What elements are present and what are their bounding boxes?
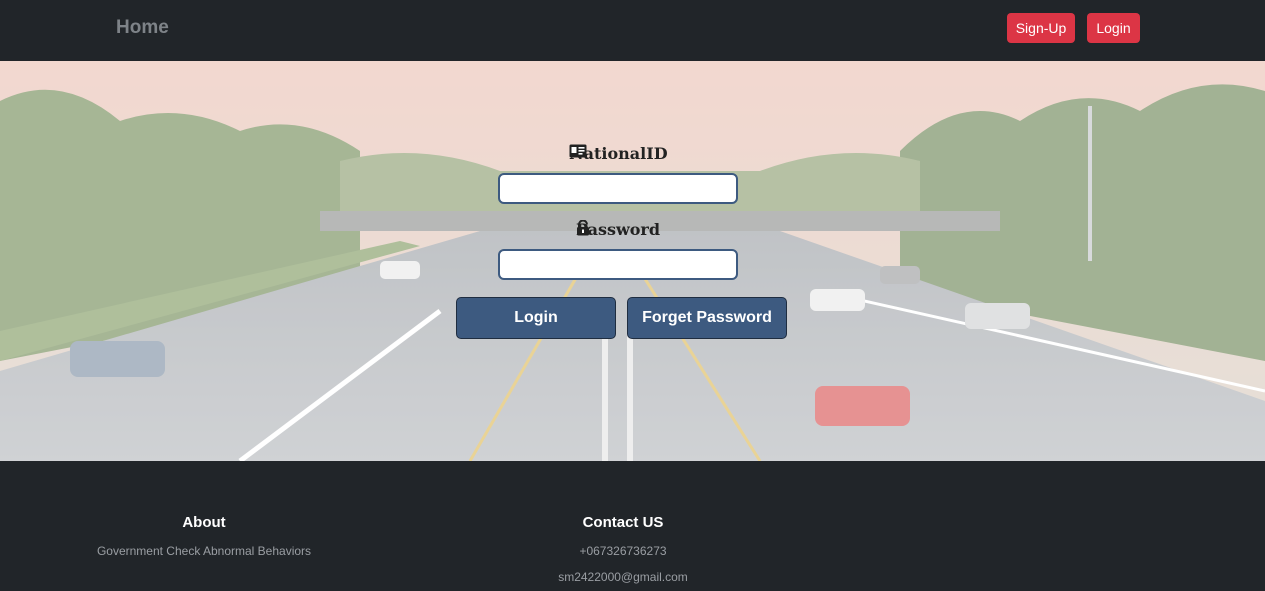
home-link[interactable]: Home	[116, 17, 169, 39]
password-input[interactable]	[498, 249, 738, 280]
contact-email: sm2422000@gmail.com	[558, 570, 688, 584]
hero-section: NationalID Password Login Forget Passwor…	[0, 61, 1265, 461]
password-label: Password	[576, 220, 660, 239]
about-text: Government Check Abnormal Behaviors	[96, 544, 312, 558]
login-button[interactable]: Login	[456, 297, 616, 339]
nav-login-button[interactable]: Login	[1087, 13, 1140, 43]
footer: About Government Check Abnormal Behavior…	[0, 461, 1265, 591]
contact-phone: +067326736273	[579, 544, 667, 558]
national-id-label: NationalID	[569, 144, 668, 163]
national-id-input[interactable]	[498, 173, 738, 204]
id-card-icon	[569, 144, 587, 158]
navbar: Home Sign-Up Login	[0, 0, 1265, 61]
forget-password-button[interactable]: Forget Password	[627, 297, 787, 339]
contact-heading: Contact US	[582, 514, 664, 531]
about-heading: About	[182, 514, 226, 531]
signup-button[interactable]: Sign-Up	[1007, 13, 1075, 43]
unlock-icon	[577, 220, 589, 236]
